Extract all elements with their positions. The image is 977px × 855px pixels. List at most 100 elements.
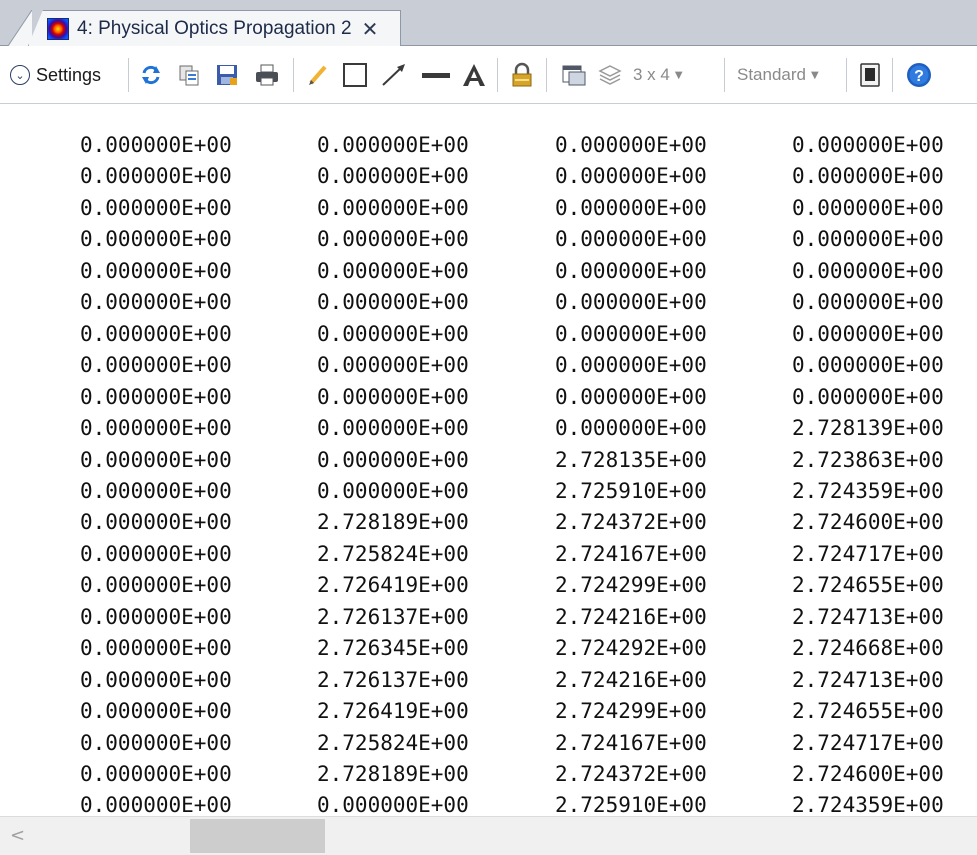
table-cell: 0.000000E+00 (80, 258, 232, 283)
table-cell: 0.000000E+00 (80, 321, 232, 346)
table-cell: 0.000000E+00 (555, 133, 707, 157)
table-cell: 2.726419E+00 (317, 573, 469, 598)
table-cell: 2.724167E+00 (555, 541, 707, 566)
draw-text-button[interactable] (461, 46, 487, 104)
scroll-thumb[interactable] (190, 819, 325, 853)
table-cell: 2.728189E+00 (317, 762, 469, 786)
table-cell: 2.726419E+00 (317, 699, 469, 724)
toolbar-divider (128, 58, 129, 92)
table-cell: 0.000000E+00 (317, 227, 469, 252)
layout-window-button[interactable] (561, 46, 587, 104)
draw-line-button[interactable] (421, 46, 451, 104)
table-cell: 2.724216E+00 (555, 667, 707, 692)
table-cell: 0.000000E+00 (80, 353, 232, 378)
tab-title: 4: Physical Optics Propagation 2 (77, 17, 352, 39)
device-icon (860, 63, 880, 87)
table-cell: 0.000000E+00 (317, 416, 469, 441)
grid-size-value: 3 x 4 (633, 65, 670, 84)
save-button[interactable] (215, 46, 239, 104)
table-row: 0.000000E+00 2.725824E+00 2.724167E+00 2.72… (0, 538, 977, 570)
table-cell: 0.000000E+00 (80, 541, 232, 566)
table-cell: 0.000000E+00 (317, 164, 469, 189)
table-cell: 0.000000E+00 (792, 195, 944, 220)
table-cell: 0.000000E+00 (80, 195, 232, 220)
horizontal-scrollbar[interactable]: < (0, 816, 977, 855)
copy-icon (179, 65, 199, 86)
table-cell: 0.000000E+00 (80, 730, 232, 755)
table-cell: 0.000000E+00 (555, 227, 707, 252)
table-cell: 0.000000E+00 (80, 699, 232, 724)
table-row: 0.000000E+00 0.000000E+00 2.725910E+00 2.72… (0, 475, 977, 507)
help-button[interactable]: ? (906, 46, 932, 104)
print-button[interactable] (254, 46, 280, 104)
psf-colormap-icon (47, 17, 69, 40)
layers-button[interactable] (598, 46, 622, 104)
table-cell: 0.000000E+00 (555, 258, 707, 283)
tab-physical-optics-propagation[interactable]: 4: Physical Optics Propagation 2 ✕ (28, 10, 401, 46)
table-cell: 2.724668E+00 (792, 636, 944, 661)
scroll-left-icon[interactable]: < (10, 825, 25, 846)
table-cell: 2.723863E+00 (792, 447, 944, 472)
table-cell: 2.724717E+00 (792, 730, 944, 755)
chevron-down-icon: ▼ (811, 69, 819, 81)
table-cell: 2.726137E+00 (317, 667, 469, 692)
table-cell: 0.000000E+00 (80, 510, 232, 535)
table-cell: 2.724717E+00 (792, 541, 944, 566)
table-cell: 0.000000E+00 (792, 321, 944, 346)
toolbar-divider (546, 58, 547, 92)
table-row: 0.000000E+00 0.000000E+00 2.728135E+00 2.72… (0, 444, 977, 476)
rectangle-icon (343, 63, 367, 87)
refresh-button[interactable] (139, 46, 163, 104)
toolbar-divider (724, 58, 725, 92)
settings-button[interactable]: ⌄ Settings (10, 46, 101, 104)
table-cell: 0.000000E+00 (317, 133, 469, 157)
table-cell: 2.724655E+00 (792, 573, 944, 598)
table-cell: 0.000000E+00 (555, 321, 707, 346)
table-cell: 2.724655E+00 (792, 699, 944, 724)
table-row: 0.000000E+00 0.000000E+00 0.000000E+00 0.00… (0, 160, 977, 192)
table-cell: 0.000000E+00 (317, 353, 469, 378)
copy-button[interactable] (177, 46, 201, 104)
table-cell: 2.724372E+00 (555, 510, 707, 535)
table-row: 0.000000E+00 0.000000E+00 0.000000E+00 0.00… (0, 192, 977, 224)
table-cell: 0.000000E+00 (80, 478, 232, 503)
draw-rectangle-button[interactable] (342, 46, 368, 104)
table-cell: 2.728135E+00 (555, 447, 707, 472)
table-row: 0.000000E+00 0.000000E+00 0.000000E+00 0.00… (0, 381, 977, 413)
table-cell: 0.000000E+00 (80, 667, 232, 692)
table-cell: 0.000000E+00 (317, 195, 469, 220)
table-cell: 0.000000E+00 (792, 353, 944, 378)
table-cell: 2.724600E+00 (792, 510, 944, 535)
fit-window-button[interactable] (858, 46, 882, 104)
window-icon (562, 65, 586, 86)
save-icon (217, 65, 237, 85)
table-cell: 0.000000E+00 (317, 447, 469, 472)
table-cell: 0.000000E+00 (80, 636, 232, 661)
table-cell: 2.724292E+00 (555, 636, 707, 661)
table-cell: 2.724713E+00 (792, 667, 944, 692)
table-cell: 0.000000E+00 (80, 227, 232, 252)
help-icon: ? (907, 63, 931, 87)
table-row: 0.000000E+00 0.000000E+00 0.000000E+00 0.00… (0, 129, 977, 161)
lock-icon (512, 62, 532, 87)
printer-icon (256, 64, 278, 86)
grid-size-dropdown[interactable]: 3 x 4 ▼ (633, 46, 683, 104)
lock-button[interactable] (511, 46, 533, 104)
table-cell: 2.728139E+00 (792, 416, 944, 441)
table-cell: 0.000000E+00 (317, 290, 469, 315)
table-cell: 2.724713E+00 (792, 604, 944, 629)
table-cell: 0.000000E+00 (792, 290, 944, 315)
table-cell: 2.724299E+00 (555, 573, 707, 598)
toolbar-divider (892, 58, 893, 92)
table-row: 0.000000E+00 0.000000E+00 0.000000E+00 0.00… (0, 349, 977, 381)
table-cell: 0.000000E+00 (555, 195, 707, 220)
draw-arrow-button[interactable] (380, 46, 408, 104)
draw-pencil-button[interactable] (307, 46, 329, 104)
arrow-icon (382, 64, 405, 86)
close-icon[interactable]: ✕ (362, 19, 379, 39)
style-dropdown[interactable]: Standard ▼ (737, 46, 819, 104)
toolbar: ⌄ Settings 3 x 4 ▼ Standard ▼ ? (0, 46, 977, 104)
table-cell: 2.724600E+00 (792, 762, 944, 786)
toolbar-divider (846, 58, 847, 92)
table-cell: 0.000000E+00 (80, 762, 232, 786)
